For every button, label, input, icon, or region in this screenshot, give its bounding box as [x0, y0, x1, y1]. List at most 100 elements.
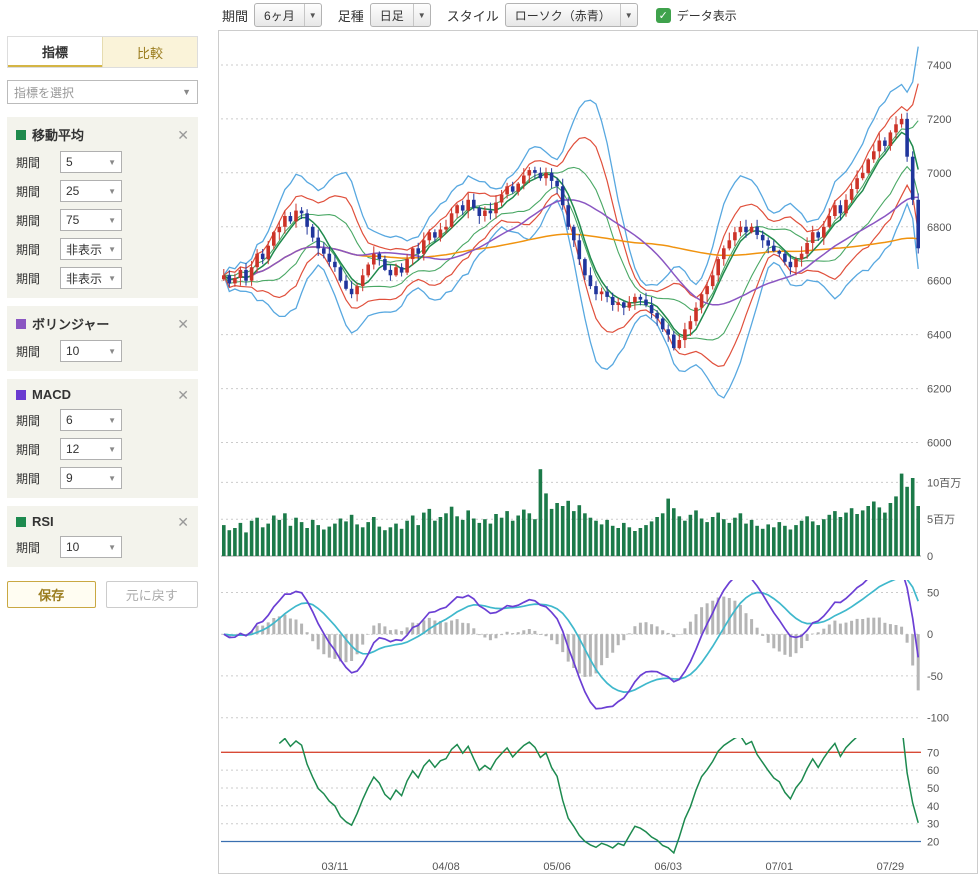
svg-text:03/11: 03/11 [322, 861, 349, 873]
svg-text:6400: 6400 [927, 330, 951, 342]
period-row-label: 期間 [16, 212, 60, 229]
period-row: 期間 75 ▼ [16, 209, 189, 231]
ma-period-5-select[interactable]: 非表示 ▼ [60, 267, 122, 289]
svg-text:5百万: 5百万 [927, 514, 955, 526]
period-row-label: 期間 [16, 183, 60, 200]
indicator-select-placeholder: 指標を選択 [14, 84, 74, 101]
close-icon[interactable]: ✕ [177, 515, 189, 529]
period-row-label: 期間 [16, 241, 60, 258]
ma-period-4-select[interactable]: 非表示 ▼ [60, 238, 122, 260]
tab-compare[interactable]: 比較 [102, 37, 197, 67]
ma-period-1-select[interactable]: 5 ▼ [60, 151, 122, 173]
section-title: MACD [32, 387, 177, 402]
close-icon[interactable]: ✕ [177, 388, 189, 402]
svg-text:-50: -50 [927, 671, 943, 683]
macd-period-1-select[interactable]: 6 ▼ [60, 409, 122, 431]
select-value: 非表示 [66, 270, 102, 287]
rsi-period-select[interactable]: 10 ▼ [60, 536, 122, 558]
period-row: 期間 6 ▼ [16, 409, 189, 431]
ma-period-2-select[interactable]: 25 ▼ [60, 180, 122, 202]
svg-text:04/08: 04/08 [432, 861, 460, 873]
close-icon[interactable]: ✕ [177, 128, 189, 142]
chevron-down-icon: ▼ [108, 416, 116, 425]
chevron-down-icon: ▼ [108, 445, 116, 454]
svg-text:20: 20 [927, 837, 939, 849]
chevron-down-icon[interactable]: ▼ [621, 4, 637, 26]
ma-period-3-select[interactable]: 75 ▼ [60, 209, 122, 231]
style-value[interactable]: ローソク（赤青） [506, 4, 621, 26]
svg-text:0: 0 [927, 551, 933, 563]
svg-text:07/01: 07/01 [766, 861, 794, 873]
svg-text:50: 50 [927, 783, 939, 795]
select-value: 75 [66, 213, 79, 227]
svg-text:0: 0 [927, 629, 933, 641]
section-title: 移動平均 [32, 125, 177, 144]
bar-type-value[interactable]: 日足 [371, 4, 414, 26]
chevron-down-icon: ▼ [108, 245, 116, 254]
select-value: 9 [66, 471, 73, 485]
period-row: 期間 25 ▼ [16, 180, 189, 202]
indicator-color-swatch [16, 130, 26, 140]
reset-button[interactable]: 元に戻す [106, 581, 198, 608]
period-row-label: 期間 [16, 154, 60, 171]
period-row: 期間 10 ▼ [16, 340, 189, 362]
close-icon[interactable]: ✕ [177, 317, 189, 331]
style-label: スタイル [447, 6, 499, 25]
chevron-down-icon: ▼ [108, 347, 116, 356]
svg-text:30: 30 [927, 819, 939, 831]
svg-text:40: 40 [927, 801, 939, 813]
section-bollinger: ボリンジャー ✕ 期間 10 ▼ [7, 306, 198, 371]
period-row-label: 期間 [16, 270, 60, 287]
period-row-label: 期間 [16, 441, 60, 458]
period-value[interactable]: 6ヶ月 [255, 4, 305, 26]
macd-period-2-select[interactable]: 12 ▼ [60, 438, 122, 460]
period-row: 期間 12 ▼ [16, 438, 189, 460]
tab-indicators[interactable]: 指標 [8, 37, 102, 67]
select-value: 5 [66, 155, 73, 169]
select-value: 12 [66, 442, 79, 456]
bar-type-dropdown[interactable]: 日足 ▼ [370, 3, 431, 27]
chart-panel: 6000620064006600680070007200740005百万10百万… [218, 30, 978, 874]
svg-text:60: 60 [927, 765, 939, 777]
chevron-down-icon[interactable]: ▼ [414, 4, 430, 26]
section-title: ボリンジャー [32, 314, 177, 333]
svg-text:6000: 6000 [927, 438, 951, 450]
period-row: 期間 10 ▼ [16, 536, 189, 558]
chevron-down-icon: ▼ [108, 543, 116, 552]
indicator-color-swatch [16, 517, 26, 527]
period-row-label: 期間 [16, 539, 60, 556]
bollinger-period-select[interactable]: 10 ▼ [60, 340, 122, 362]
svg-text:7000: 7000 [927, 168, 951, 180]
data-display-checkbox[interactable]: ✓ [656, 8, 671, 23]
period-row: 期間 9 ▼ [16, 467, 189, 489]
macd-period-3-select[interactable]: 9 ▼ [60, 467, 122, 489]
svg-text:05/06: 05/06 [543, 861, 571, 873]
chevron-down-icon: ▼ [108, 274, 116, 283]
section-title: RSI [32, 514, 177, 529]
indicator-select[interactable]: 指標を選択 ▼ [7, 80, 198, 104]
data-display-label: データ表示 [677, 7, 737, 24]
period-dropdown[interactable]: 6ヶ月 ▼ [254, 3, 322, 27]
chevron-down-icon: ▼ [108, 474, 116, 483]
chevron-down-icon: ▼ [108, 158, 116, 167]
chevron-down-icon: ▼ [108, 216, 116, 225]
section-moving-average: 移動平均 ✕ 期間 5 ▼ 期間 25 ▼ 期間 75 ▼ 期間 [7, 117, 198, 298]
chevron-down-icon[interactable]: ▼ [305, 4, 321, 26]
period-row-label: 期間 [16, 412, 60, 429]
stock-chart[interactable]: 6000620064006600680070007200740005百万10百万… [221, 32, 977, 879]
select-value: 非表示 [66, 241, 102, 258]
svg-text:06/03: 06/03 [654, 861, 682, 873]
svg-text:7400: 7400 [927, 60, 951, 72]
style-dropdown[interactable]: ローソク（赤青） ▼ [505, 3, 638, 27]
chart-toolbar: 期間 6ヶ月 ▼ 足種 日足 ▼ スタイル ローソク（赤青） ▼ ✓ データ表示 [218, 0, 980, 30]
svg-text:50: 50 [927, 588, 939, 600]
select-value: 10 [66, 344, 79, 358]
section-rsi: RSI ✕ 期間 10 ▼ [7, 506, 198, 567]
svg-text:6600: 6600 [927, 276, 951, 288]
period-row-label: 期間 [16, 343, 60, 360]
indicator-color-swatch [16, 390, 26, 400]
select-value: 25 [66, 184, 79, 198]
svg-text:6200: 6200 [927, 384, 951, 396]
save-button[interactable]: 保存 [7, 581, 96, 608]
indicator-sidebar: 指標 比較 指標を選択 ▼ 移動平均 ✕ 期間 5 ▼ 期間 25 ▼ 期間 [0, 30, 205, 876]
